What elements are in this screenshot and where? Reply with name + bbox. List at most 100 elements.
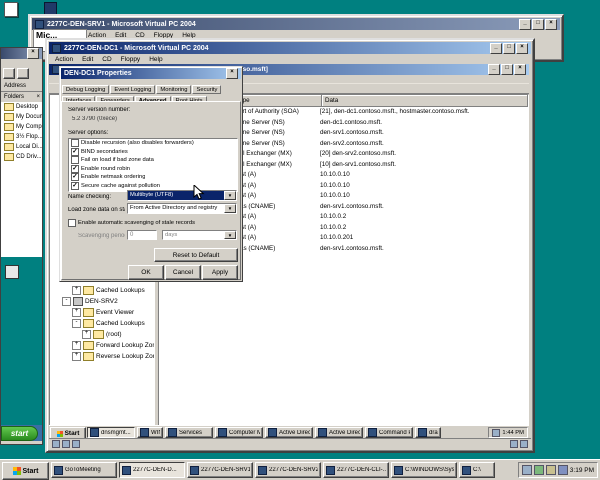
collapse-icon[interactable]: - (62, 297, 71, 306)
srv1-titlebar[interactable]: 2277C-DEN-SRV1 - Microsoft Virtual PC 20… (32, 18, 560, 30)
host-start-button[interactable]: Start (2, 462, 49, 480)
vpc-window-dc1[interactable]: 2277C-DEN-DC1 - Microsoft Virtual PC 200… (45, 38, 535, 453)
column-header-type[interactable]: Type (233, 95, 322, 107)
scavenging-checkbox-row[interactable]: Enable automatic scavenging of stale rec… (68, 219, 236, 227)
close-icon[interactable]: × (27, 48, 39, 59)
guest-start-button[interactable]: start (1, 426, 38, 441)
taskbar-button[interactable]: dra (415, 427, 441, 438)
dc1-menu-edit[interactable]: Edit (82, 56, 93, 63)
taskbar-button[interactable]: dnsmgmt... (87, 427, 135, 438)
taskbar-button[interactable]: 2277C-DEN-SRV1... (187, 462, 253, 478)
dc1-menu-help[interactable]: Help (149, 56, 162, 63)
checkbox[interactable] (71, 139, 79, 147)
desktop-icon-my-documents[interactable] (4, 2, 18, 17)
server-option-row[interactable]: ✓Secure cache against pollution (69, 182, 237, 191)
left-vm-titlebar[interactable]: × (1, 48, 42, 59)
taskbar-button[interactable]: GoToMeeting (51, 462, 117, 478)
collapse-icon[interactable]: - (72, 319, 81, 328)
explorer-tree-item[interactable]: 3½ Flop... (1, 132, 42, 142)
network-status-icon[interactable] (72, 440, 80, 448)
tree-item--root-[interactable]: +(root) (50, 329, 154, 340)
checked-checkbox[interactable]: ✓ (71, 182, 79, 190)
expand-icon[interactable]: + (72, 352, 81, 361)
tree-item-cached-lookups[interactable]: -Cached Lookups (50, 318, 154, 329)
dc1-menu-floppy[interactable]: Floppy (121, 56, 141, 63)
explorer-tree-item[interactable]: Local Di... (1, 142, 42, 152)
tree-item-cached-lookups[interactable]: +Cached Lookups (50, 285, 154, 296)
explorer-tree-item[interactable]: Desktop (1, 102, 42, 112)
floppy-status-icon[interactable] (52, 440, 60, 448)
taskbar-button[interactable]: Active Directo... (265, 427, 313, 438)
minimize-icon[interactable]: _ (519, 19, 531, 30)
server-option-row[interactable]: ✓Enable netmask ordering (69, 173, 237, 182)
server-option-row[interactable]: Disable recursion (also disables forward… (69, 139, 237, 148)
expand-icon[interactable]: + (72, 308, 81, 317)
forward-icon[interactable] (17, 68, 29, 79)
guest-desktop-icon[interactable] (5, 265, 19, 279)
cancel-button[interactable]: Cancel (165, 265, 201, 280)
taskbar-button[interactable]: C:\ (459, 462, 495, 478)
close-icon[interactable]: × (36, 92, 40, 102)
cd-status-icon[interactable] (62, 440, 70, 448)
taskbar-button[interactable]: Active Directo... (315, 427, 363, 438)
taskbar-button[interactable]: Command Pro... (365, 427, 413, 438)
dialog-titlebar[interactable]: DEN-DC1 Properties × (61, 68, 241, 79)
back-icon[interactable] (3, 68, 15, 79)
tree-item-event-viewer[interactable]: +Event Viewer (50, 307, 154, 318)
server-option-row[interactable]: Fail on load if bad zone data (69, 156, 237, 165)
properties-dialog[interactable]: DEN-DC1 Properties × Debug LoggingEvent … (59, 66, 243, 282)
taskbar-button[interactable]: WINS (137, 427, 163, 438)
minimize-icon[interactable]: _ (488, 64, 500, 75)
checked-checkbox[interactable]: ✓ (71, 165, 79, 173)
maximize-icon[interactable]: □ (503, 43, 515, 54)
taskbar-button[interactable]: 2277C-DEN-SRV2... (255, 462, 321, 478)
name-checking-select[interactable]: Multibyte (UTF8) ▼ (127, 190, 237, 201)
checkbox[interactable] (71, 156, 79, 164)
left-vm-window[interactable]: × Address Folders × DesktopMy Docum...My… (0, 47, 43, 445)
explorer-tree-item[interactable]: My Docum... (1, 112, 42, 122)
tray-icon[interactable] (558, 465, 568, 475)
column-header-data[interactable]: Data (322, 95, 528, 107)
checkbox[interactable] (68, 219, 76, 227)
hdd-status-icon[interactable] (510, 440, 518, 448)
dc1-menu-action[interactable]: Action (55, 56, 73, 63)
maximize-icon[interactable]: □ (532, 19, 544, 30)
dc1-titlebar[interactable]: 2277C-DEN-DC1 - Microsoft Virtual PC 200… (49, 42, 531, 54)
address-bar[interactable]: Address (1, 81, 42, 91)
taskbar-button[interactable]: C:\WINDOWS\Sys... (391, 462, 457, 478)
chevron-down-icon[interactable]: ▼ (224, 191, 236, 200)
load-zone-select[interactable]: From Active Directory and registry ▼ (127, 203, 237, 214)
server-option-row[interactable]: ✓Enable round robin (69, 165, 237, 174)
tree-item-den-srv2[interactable]: -DEN-SRV2 (50, 296, 154, 307)
ok-button[interactable]: OK (128, 265, 164, 280)
close-icon[interactable]: × (514, 64, 526, 75)
scavenging-period-input[interactable]: 0 (127, 230, 157, 240)
close-icon[interactable]: × (516, 43, 528, 54)
taskbar-button[interactable]: Computer Ma... (215, 427, 263, 438)
chevron-down-icon[interactable]: ▼ (224, 204, 236, 213)
maximize-icon[interactable]: □ (501, 64, 513, 75)
tree-item-reverse-lookup-zones[interactable]: +Reverse Lookup Zones (50, 351, 154, 362)
checked-checkbox[interactable]: ✓ (71, 148, 79, 156)
explorer-tree-item[interactable]: My Compu... (1, 122, 42, 132)
guest-start-button[interactable]: Start (50, 427, 86, 438)
tray-icon[interactable] (534, 465, 544, 475)
tree-item-forward-lookup-zones[interactable]: +Forward Lookup Zones (50, 340, 154, 351)
close-icon[interactable]: × (226, 68, 238, 79)
dc1-menu-cd[interactable]: CD (102, 56, 111, 63)
fullscreen-status-icon[interactable] (520, 440, 528, 448)
close-icon[interactable]: × (545, 19, 557, 30)
tray-icon[interactable] (546, 465, 556, 475)
taskbar-button[interactable]: 2277C-DEN-D... (119, 462, 185, 478)
scavenging-unit-select[interactable]: days ▼ (162, 230, 237, 240)
explorer-tree-item[interactable]: CD Driv... (1, 152, 42, 162)
tray-icon[interactable] (492, 429, 500, 437)
minimize-icon[interactable]: _ (490, 43, 502, 54)
tray-icon[interactable] (522, 465, 532, 475)
reset-to-default-button[interactable]: Reset to Default (154, 248, 238, 262)
expand-icon[interactable]: + (82, 330, 91, 339)
server-option-row[interactable]: ✓BIND secondaries (69, 148, 237, 157)
taskbar-button[interactable]: Services (165, 427, 213, 438)
apply-button[interactable]: Apply (202, 265, 238, 280)
chevron-down-icon[interactable]: ▼ (224, 231, 236, 239)
